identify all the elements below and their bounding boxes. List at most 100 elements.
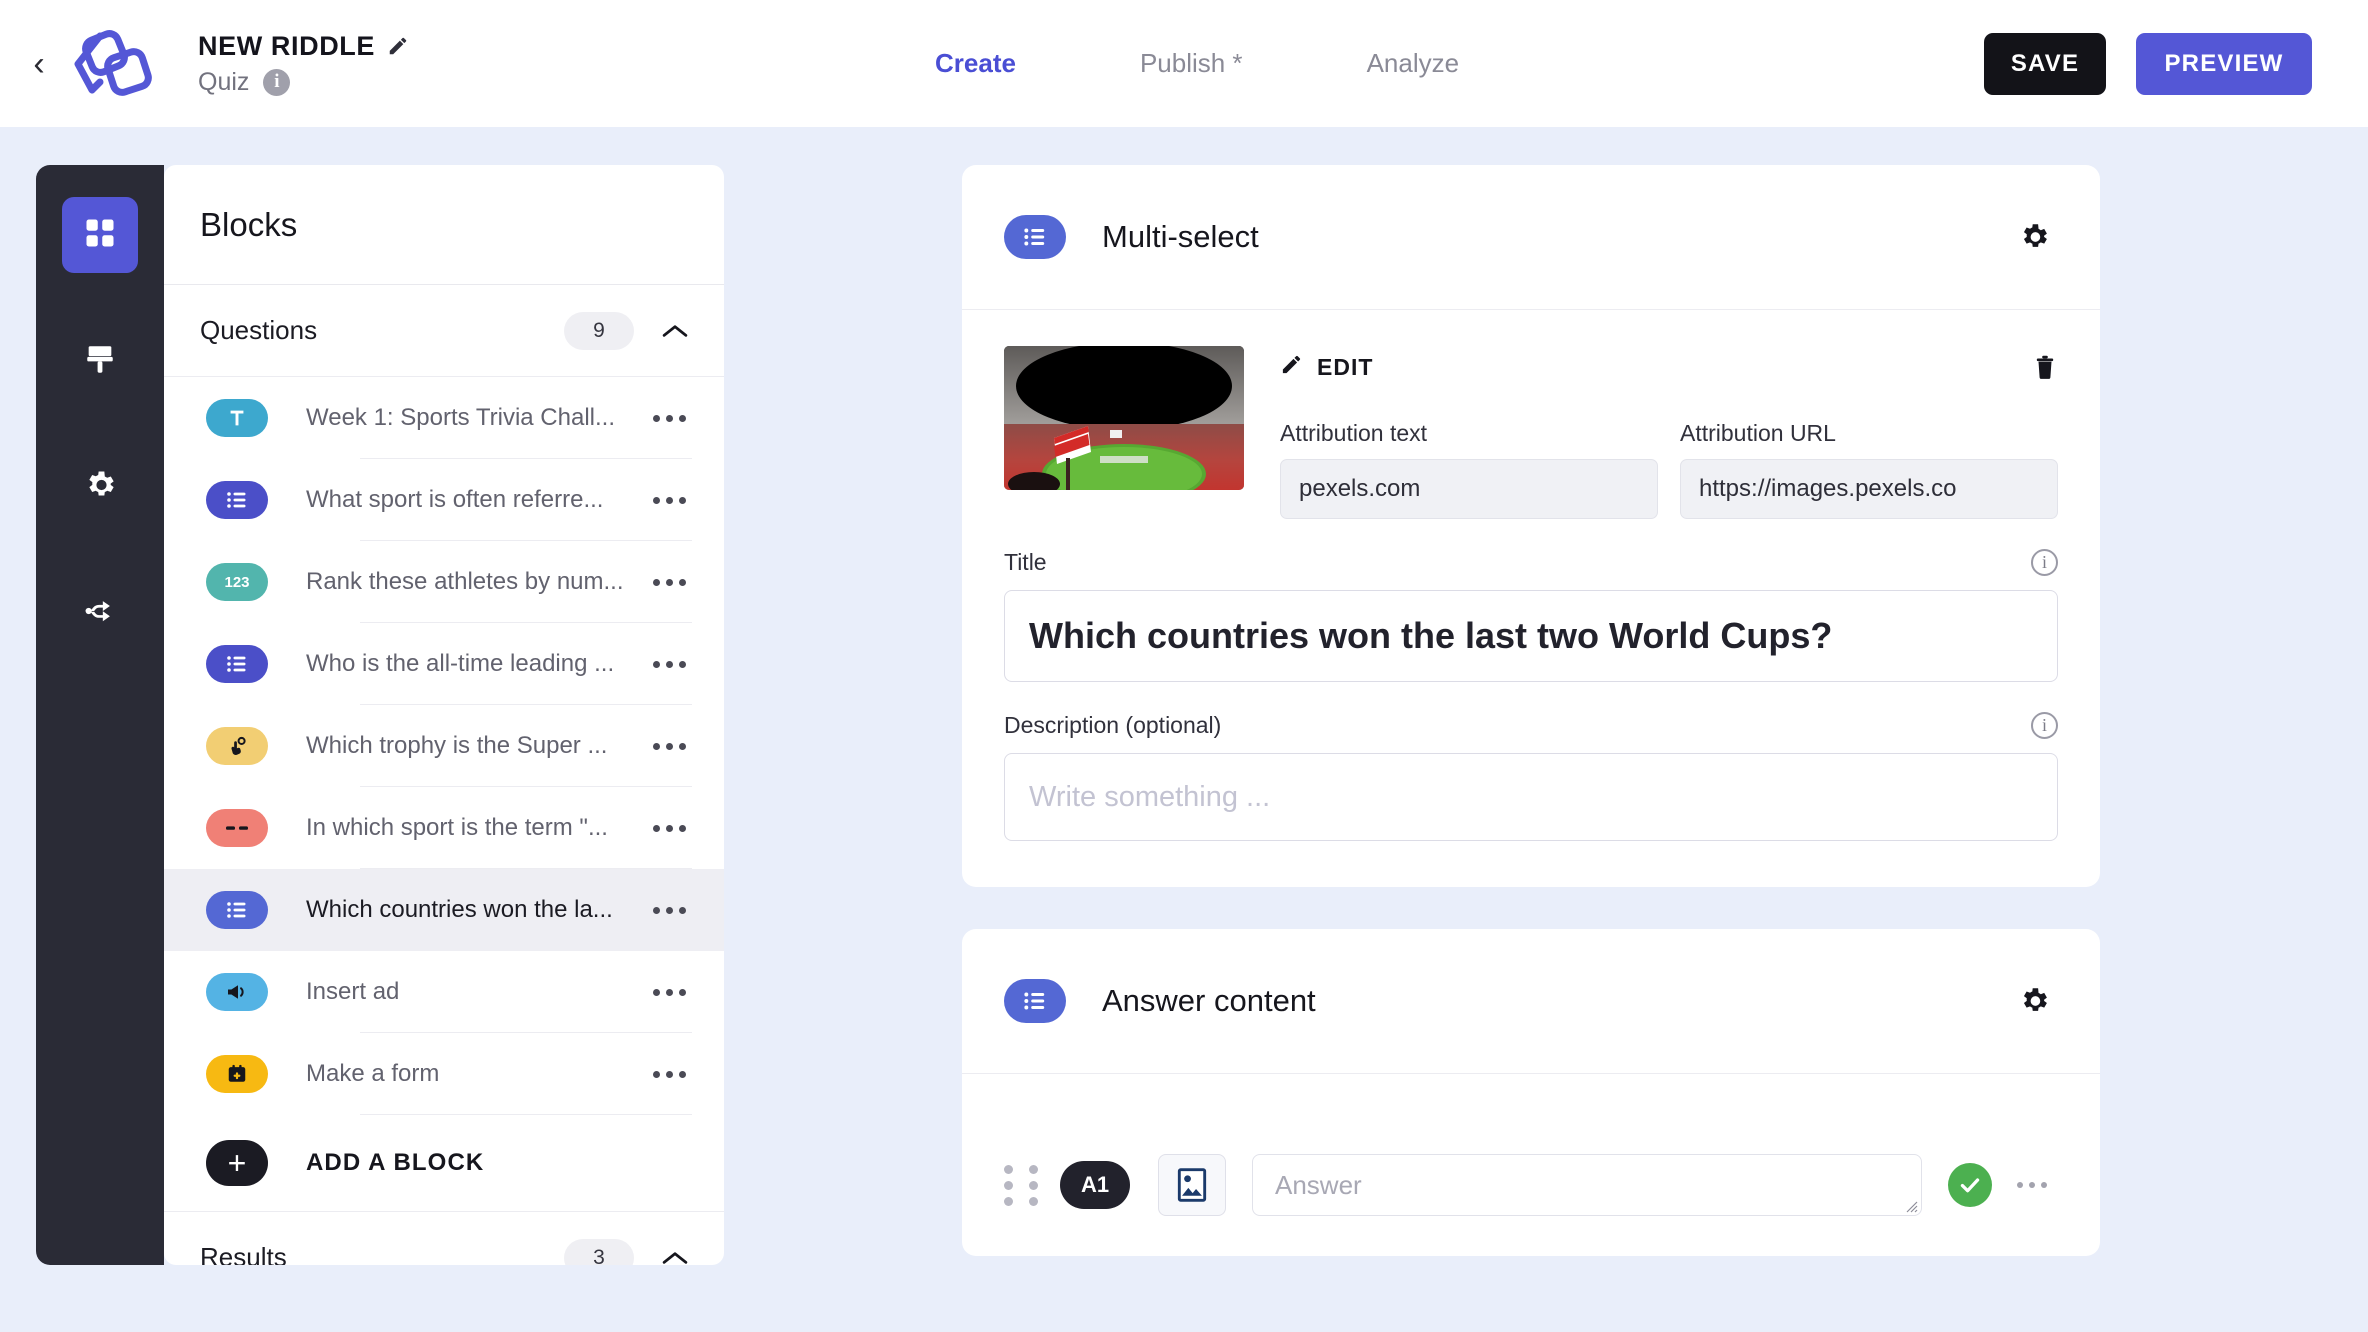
- title-label-row: Title i: [1004, 549, 2058, 576]
- top-bar: ‹ NEW RIDDLE Quiz i Create Publish * Ana…: [0, 0, 2368, 127]
- main-navigation-tabs: Create Publish * Analyze: [935, 0, 1459, 127]
- more-options-icon[interactable]: [646, 887, 692, 933]
- attribution-text-input[interactable]: [1280, 459, 1658, 519]
- block-label: Insert ad: [306, 978, 400, 1005]
- attribution-text-field: Attribution text: [1280, 420, 1658, 519]
- chevron-up-icon[interactable]: [658, 314, 692, 348]
- more-options-icon[interactable]: [646, 559, 692, 605]
- block-label: Which countries won the la...: [306, 896, 613, 923]
- tab-create[interactable]: Create: [935, 48, 1016, 79]
- add-a-block-button[interactable]: + ADD A BLOCK: [164, 1115, 724, 1211]
- multi-select-icon: [1004, 215, 1066, 259]
- more-options-icon[interactable]: [646, 805, 692, 851]
- info-icon[interactable]: i: [263, 68, 291, 96]
- question-type-label: Multi-select: [1102, 219, 1259, 254]
- media-actions: EDIT: [1280, 346, 2058, 388]
- top-actions: SAVE PREVIEW: [1984, 0, 2312, 127]
- tap-choice-icon: [206, 727, 268, 765]
- answer-content-label: Answer content: [1102, 983, 1316, 1018]
- form-icon: [206, 1055, 268, 1093]
- attribution-url-label: Attribution URL: [1680, 420, 1836, 446]
- title-label: Title: [1004, 549, 1047, 575]
- questions-count-badge: 9: [564, 311, 634, 350]
- megaphone-icon: [206, 973, 268, 1011]
- rail-item-design[interactable]: [62, 323, 138, 399]
- check-circle-icon[interactable]: [1948, 1163, 1992, 1207]
- rail-item-blocks[interactable]: [62, 197, 138, 273]
- answer-card: Answer content A1: [962, 929, 2100, 1256]
- more-options-icon[interactable]: [2008, 1182, 2056, 1188]
- answer-row: A1: [1004, 1132, 2056, 1216]
- block-label: In which sport is the term "...: [306, 814, 608, 841]
- page-title: NEW RIDDLE: [198, 30, 375, 61]
- tab-analyze[interactable]: Analyze: [1367, 48, 1460, 79]
- project-title-block: NEW RIDDLE Quiz i: [198, 31, 409, 97]
- share-branch-icon: [83, 594, 117, 633]
- block-row[interactable]: 123 Rank these athletes by num...: [164, 541, 724, 623]
- drag-handle-icon[interactable]: [1004, 1164, 1044, 1206]
- image-icon[interactable]: [1158, 1154, 1226, 1216]
- more-options-icon[interactable]: [646, 477, 692, 523]
- pencil-icon[interactable]: [387, 35, 409, 57]
- save-button[interactable]: SAVE: [1984, 32, 2106, 95]
- block-row[interactable]: In which sport is the term "...: [164, 787, 724, 869]
- answer-input-wrap: [1226, 1154, 1922, 1216]
- project-type-label: Quiz: [198, 67, 250, 96]
- question-description-input[interactable]: [1004, 753, 2058, 841]
- pencil-icon: [1280, 353, 1303, 381]
- results-section-header[interactable]: Results 3: [164, 1211, 724, 1265]
- trash-icon[interactable]: [2032, 353, 2058, 381]
- info-icon[interactable]: i: [2031, 549, 2058, 576]
- question-card-header: Multi-select: [962, 165, 2100, 310]
- block-row[interactable]: Which trophy is the Super ...: [164, 705, 724, 787]
- add-a-block-label: ADD A BLOCK: [306, 1149, 485, 1176]
- block-label: Who is the all-time leading ...: [306, 650, 615, 677]
- more-options-icon[interactable]: [646, 395, 692, 441]
- more-options-icon[interactable]: [646, 1051, 692, 1097]
- rail-item-share[interactable]: [62, 575, 138, 651]
- more-options-icon[interactable]: [646, 723, 692, 769]
- info-icon[interactable]: i: [2031, 712, 2058, 739]
- more-options-icon[interactable]: [646, 969, 692, 1015]
- description-label: Description (optional): [1004, 712, 1222, 738]
- block-row[interactable]: Make a form: [164, 1033, 724, 1115]
- questions-section-header[interactable]: Questions 9: [164, 285, 724, 377]
- attribution-row: Attribution text Attribution URL: [1280, 420, 2058, 519]
- block-row[interactable]: Insert ad: [164, 951, 724, 1033]
- attribution-url-input[interactable]: [1680, 459, 2058, 519]
- multi-select-icon: [206, 645, 268, 683]
- more-options-icon[interactable]: [646, 641, 692, 687]
- edit-label: EDIT: [1317, 353, 1374, 380]
- chevron-up-icon[interactable]: [658, 1241, 692, 1266]
- title-row: NEW RIDDLE: [198, 31, 409, 62]
- block-label: What sport is often referre...: [306, 486, 604, 513]
- description-label-row: Description (optional) i: [1004, 712, 2058, 739]
- tab-publish[interactable]: Publish *: [1140, 48, 1243, 79]
- attribution-url-field: Attribution URL: [1680, 420, 2058, 519]
- gear-icon[interactable]: [2012, 979, 2056, 1023]
- edit-image-button[interactable]: EDIT: [1280, 353, 1373, 381]
- block-row-selected[interactable]: Which countries won the la...: [164, 869, 724, 951]
- blocks-title: Blocks: [200, 205, 298, 243]
- question-title-input[interactable]: [1004, 590, 2058, 682]
- riddle-logo[interactable]: [64, 24, 160, 104]
- answer-input[interactable]: [1252, 1154, 1922, 1216]
- gear-icon[interactable]: [2012, 215, 2056, 259]
- block-row[interactable]: What sport is often referre...: [164, 459, 724, 541]
- back-chevron-icon[interactable]: ‹: [24, 44, 54, 84]
- results-count-badge: 3: [564, 1238, 634, 1265]
- block-row[interactable]: Week 1: Sports Trivia Chall...: [164, 377, 724, 459]
- results-section-label: Results: [200, 1242, 287, 1265]
- multi-select-icon: [206, 481, 268, 519]
- ranking-icon: 123: [206, 563, 268, 601]
- multi-select-icon: [206, 891, 268, 929]
- attribution-text-label: Attribution text: [1280, 420, 1428, 446]
- block-label: Rank these athletes by num...: [306, 568, 624, 595]
- preview-button[interactable]: PREVIEW: [2136, 32, 2312, 95]
- plus-icon: +: [206, 1140, 268, 1186]
- questions-section-label: Questions: [200, 315, 318, 345]
- block-row[interactable]: Who is the all-time leading ...: [164, 623, 724, 705]
- rail-item-settings[interactable]: [62, 449, 138, 525]
- media-details: EDIT Attribution text pexels.com Attribu…: [1280, 346, 2058, 519]
- stadium-photo[interactable]: [1004, 346, 1244, 490]
